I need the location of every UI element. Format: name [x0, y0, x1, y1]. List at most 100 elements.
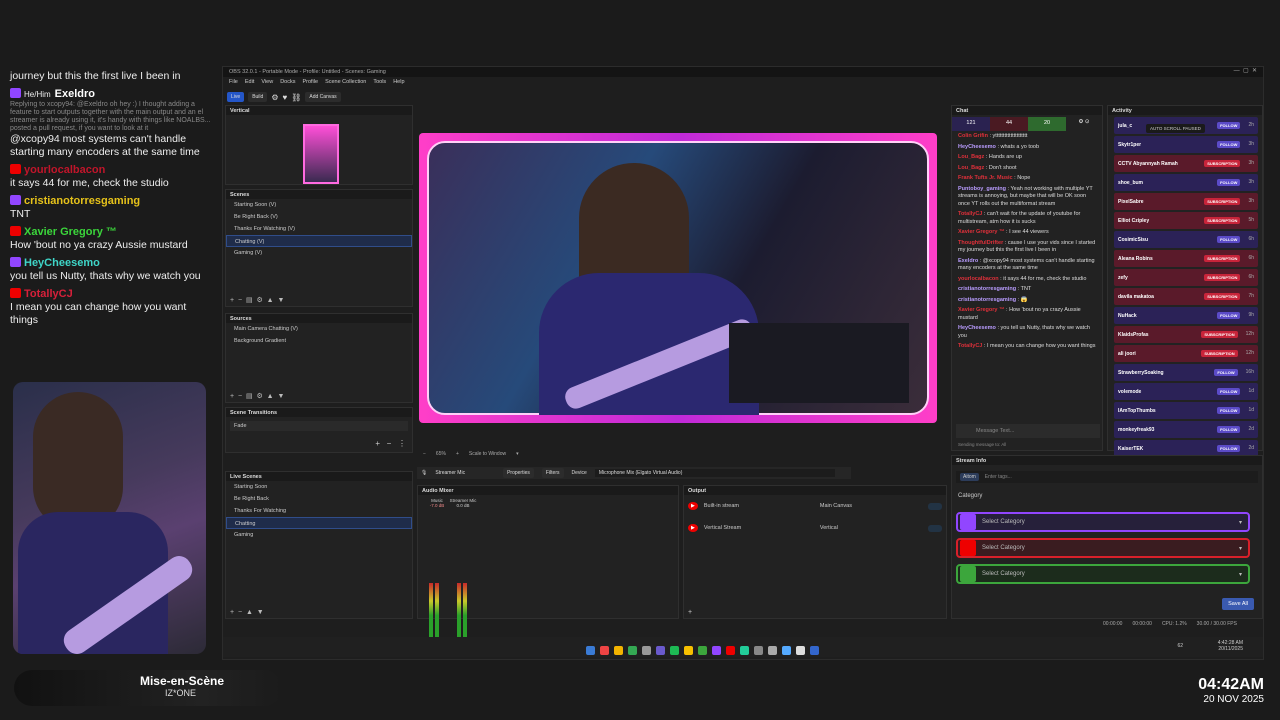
menu-item[interactable]: Help: [393, 79, 404, 85]
live-scene-item[interactable]: Gaming: [226, 529, 412, 541]
overlay-chat-message: TotallyCJ I mean you can change how you w…: [10, 288, 215, 327]
zoom-in-button[interactable]: +: [456, 451, 459, 457]
chevron-down-icon[interactable]: ▾: [516, 451, 519, 457]
menu-item[interactable]: Scene Collection: [325, 79, 366, 85]
menu-item[interactable]: File: [229, 79, 238, 85]
activity-item[interactable]: zefy SUBSCRIPTION 6h: [1114, 269, 1258, 286]
activity-item[interactable]: NuHack FOLLOW 9h: [1114, 307, 1258, 324]
zoom-out-button[interactable]: −: [423, 451, 426, 457]
taskbar-app-icon[interactable]: [781, 646, 791, 655]
gear-icon[interactable]: ⚙: [271, 93, 278, 102]
live-scene-item[interactable]: Be Right Back: [226, 493, 412, 505]
window-controls[interactable]: — ▢ ✕: [1234, 67, 1257, 74]
twitch-category-select[interactable]: Select Category ▾: [956, 512, 1250, 532]
properties-button[interactable]: Properties: [503, 468, 534, 478]
menu-item[interactable]: View: [261, 79, 273, 85]
taskbar-app-icon[interactable]: [683, 646, 693, 655]
filters-button[interactable]: Filters: [541, 468, 564, 478]
scenes-panel: Scenes Starting Soon (V) Be Right Back (V…: [225, 189, 413, 307]
transition-select[interactable]: Fade: [230, 421, 408, 431]
taskbar-app-icon[interactable]: [809, 646, 819, 655]
activity-item[interactable]: Aleana Robins SUBSCRIPTION 6h: [1114, 250, 1258, 267]
taskbar-app-icon[interactable]: [739, 646, 749, 655]
source-item[interactable]: Main Camera Chatting (V): [226, 323, 412, 335]
build-mode-button[interactable]: Build: [248, 92, 268, 102]
link-icon[interactable]: ⛓: [291, 93, 301, 102]
taskbar-app-icon[interactable]: [795, 646, 805, 655]
scene-item[interactable]: Starting Soon (V): [226, 199, 412, 211]
activity-item[interactable]: IAmTopThumbs FOLLOW 1d: [1114, 402, 1258, 419]
taskbar-app-icon[interactable]: [725, 646, 735, 655]
taskbar-app-icon[interactable]: [585, 646, 595, 655]
taskbar-app-icon[interactable]: [627, 646, 637, 655]
live-scene-item[interactable]: Starting Soon: [226, 481, 412, 493]
twitch-icon: [10, 195, 21, 205]
source-item[interactable]: Background Gradient: [226, 335, 412, 347]
chat-input[interactable]: Message Text...: [956, 424, 1100, 438]
activity-item[interactable]: shoe_bum FOLLOW 3h: [1114, 174, 1258, 191]
kick-category-select[interactable]: Select Category ▾: [956, 564, 1250, 584]
taskbar-icons: [583, 642, 821, 660]
activity-item[interactable]: Elliot Czipley SUBSCRIPTION 5h: [1114, 212, 1258, 229]
activity-item[interactable]: davila makatoa SUBSCRIPTION 7h: [1114, 288, 1258, 305]
menu-item[interactable]: Profile: [302, 79, 318, 85]
add-canvas-button[interactable]: Add Canvas: [305, 92, 341, 102]
activity-item[interactable]: CosimicSisu FOLLOW 6h: [1114, 231, 1258, 248]
auto-scroll-paused[interactable]: AUTO SCROLL PAUSED: [1146, 124, 1205, 133]
save-all-button[interactable]: Save All: [1222, 598, 1254, 610]
menu-item[interactable]: Edit: [245, 79, 254, 85]
mic-icon: 🎙: [421, 470, 428, 476]
scale-mode[interactable]: Scale to Window: [469, 451, 506, 457]
tag-chip[interactable]: Aitom: [960, 473, 979, 481]
menu-item[interactable]: Docks: [280, 79, 295, 85]
live-scene-toolbar[interactable]: + − ▲ ▼: [230, 609, 264, 616]
activity-item[interactable]: Skytr1per FOLLOW 3h: [1114, 136, 1258, 153]
heart-icon[interactable]: ♥: [282, 93, 287, 102]
taskbar-app-icon[interactable]: [641, 646, 651, 655]
activity-name: ali joori: [1118, 350, 1136, 357]
overlay-clock: 04:42AM 20 NOV 2025: [1198, 676, 1264, 705]
activity-item[interactable]: CCTV Abyannyah Ramah SUBSCRIPTION 3h: [1114, 155, 1258, 172]
main-preview[interactable]: [419, 133, 937, 423]
output-row[interactable]: ▶ Built-in stream Main Canvas: [684, 495, 946, 517]
scene-item[interactable]: Gaming (V): [226, 247, 412, 259]
taskbar-app-icon[interactable]: [697, 646, 707, 655]
live-mode-button[interactable]: Live: [227, 92, 245, 102]
activity-item[interactable]: ali joori SUBSCRIPTION 12h: [1114, 345, 1258, 362]
source-toolbar[interactable]: + − ▤ ⚙ ▲ ▼: [230, 392, 284, 400]
transition-toolbar[interactable]: + − ⋮: [375, 439, 406, 448]
activity-age: 3h: [1248, 141, 1254, 147]
tags-input[interactable]: Aitom Enter tags...: [956, 471, 1258, 483]
youtube-category-select[interactable]: Select Category ▾: [956, 538, 1250, 558]
activity-item[interactable]: volemode FOLLOW 1d: [1114, 383, 1258, 400]
taskbar-app-icon[interactable]: [753, 646, 763, 655]
live-scene-item[interactable]: Chatting: [226, 517, 412, 529]
scene-toolbar[interactable]: + − ▤ ⚙ ▲ ▼: [230, 296, 284, 304]
taskbar-app-icon[interactable]: [669, 646, 679, 655]
output-toggle[interactable]: [928, 502, 942, 510]
activity-item[interactable]: KlaidsProfas SUBSCRIPTION 12h: [1114, 326, 1258, 343]
activity-item[interactable]: StrawberrySoaking FOLLOW 16h: [1114, 364, 1258, 381]
device-select[interactable]: Microphone Mix (Elgato Virtual Audio): [594, 469, 835, 477]
chat-settings-icon[interactable]: ⚙ ⊙: [1066, 117, 1102, 131]
taskbar-app-icon[interactable]: [613, 646, 623, 655]
scene-item[interactable]: Be Right Back (V): [226, 211, 412, 223]
taskbar-app-icon[interactable]: [599, 646, 609, 655]
scene-item[interactable]: Thanks For Watching (V): [226, 223, 412, 235]
taskbar-app-icon[interactable]: [655, 646, 665, 655]
live-scene-item[interactable]: Thanks For Watching: [226, 505, 412, 517]
vertical-preview[interactable]: [303, 124, 339, 184]
activity-type-badge: FOLLOW: [1217, 312, 1241, 319]
menu-item[interactable]: Tools: [373, 79, 386, 85]
taskbar-app-icon[interactable]: [711, 646, 721, 655]
add-output-button[interactable]: +: [688, 609, 692, 616]
overlay-chat-name: cristianotorresgaming: [24, 195, 141, 207]
sources-title: Sources: [226, 314, 412, 323]
output-toggle[interactable]: [928, 524, 942, 532]
activity-list: jula_c FOLLOW 2h Skytr1per FOLLOW 3h CCTV Abya…: [1108, 117, 1262, 457]
taskbar-app-icon[interactable]: [767, 646, 777, 655]
output-row[interactable]: ▶ Vertical Stream Vertical: [684, 517, 946, 539]
activity-item[interactable]: monkeyfreak93 FOLLOW 2d: [1114, 421, 1258, 438]
activity-item[interactable]: PixelSabre SUBSCRIPTION 3h: [1114, 193, 1258, 210]
scene-item[interactable]: Chatting (V): [226, 235, 412, 247]
